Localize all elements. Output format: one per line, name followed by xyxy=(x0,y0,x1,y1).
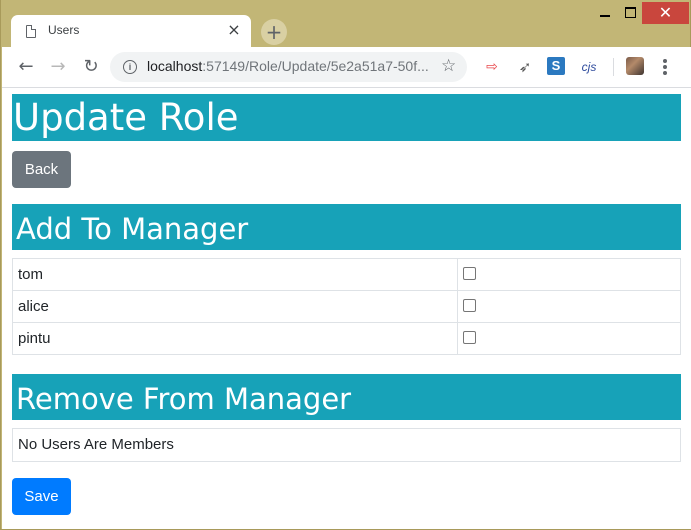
user-name: tom xyxy=(12,258,458,291)
bookmark-star-icon[interactable]: ☆ xyxy=(441,56,456,76)
no-members-message: No Users Are Members xyxy=(12,428,681,462)
window-close-button[interactable]: ✕ xyxy=(642,2,689,24)
arrow-extension-icon[interactable]: ⇨ xyxy=(482,57,502,77)
url-host: localhost xyxy=(147,58,203,74)
tab-close-icon[interactable]: × xyxy=(225,21,243,39)
menu-dot xyxy=(663,65,667,69)
checkbox-cell xyxy=(457,322,681,355)
remove-from-manager-heading: Remove From Manager xyxy=(12,374,681,420)
checkbox-cell xyxy=(457,258,681,291)
toolbar-divider xyxy=(613,58,614,76)
checkbox-cell xyxy=(457,290,681,323)
user-name: pintu xyxy=(12,322,458,355)
table-row: tom xyxy=(12,258,681,291)
profile-avatar[interactable] xyxy=(626,57,644,75)
table-row: pintu xyxy=(12,322,681,355)
browser-toolbar: ← → ↻ i localhost:57149/Role/Update/5e2a… xyxy=(2,47,691,88)
address-bar[interactable]: i localhost:57149/Role/Update/5e2a51a7-5… xyxy=(110,52,467,82)
save-button[interactable]: Save xyxy=(12,478,71,515)
back-button[interactable]: Back xyxy=(12,151,71,188)
url-path: :57149/Role/Update/5e2a51a7-50f... xyxy=(202,58,429,74)
menu-dot xyxy=(663,59,667,63)
s-extension-icon[interactable]: S xyxy=(547,57,565,75)
kebab-menu-icon[interactable] xyxy=(658,56,672,78)
menu-dot xyxy=(663,71,667,75)
cjs-extension-icon[interactable]: cjs xyxy=(577,57,601,77)
url-text[interactable]: localhost:57149/Role/Update/5e2a51a7-50f… xyxy=(147,58,429,74)
page-icon xyxy=(26,25,36,38)
add-user-checkbox[interactable] xyxy=(463,330,476,344)
minimize-button[interactable] xyxy=(591,2,619,24)
new-tab-button[interactable]: + xyxy=(261,19,287,45)
rocket-extension-icon[interactable]: ➶ xyxy=(515,57,535,77)
tab-title: Users xyxy=(48,23,80,37)
browser-window: Users × + ✕ ← → ↻ i localhost:57149/Role… xyxy=(0,0,691,530)
add-user-checkbox[interactable] xyxy=(463,266,476,280)
back-arrow-icon[interactable]: ← xyxy=(14,55,38,79)
user-name: alice xyxy=(12,290,458,323)
info-icon[interactable]: i xyxy=(123,60,137,74)
users-table: tom alice pintu xyxy=(12,258,681,355)
browser-tab[interactable]: Users × xyxy=(11,15,251,47)
forward-arrow-icon[interactable]: → xyxy=(46,55,70,79)
add-to-manager-heading: Add To Manager xyxy=(12,204,681,250)
maximize-button[interactable] xyxy=(617,2,645,24)
add-user-checkbox[interactable] xyxy=(463,298,476,312)
page-title: Update Role xyxy=(12,94,681,141)
table-row: alice xyxy=(12,290,681,323)
page-content: Update Role Back Add To Manager tom alic… xyxy=(2,88,691,529)
title-bar: Users × + ✕ xyxy=(1,0,691,47)
reload-icon[interactable]: ↻ xyxy=(79,55,103,79)
